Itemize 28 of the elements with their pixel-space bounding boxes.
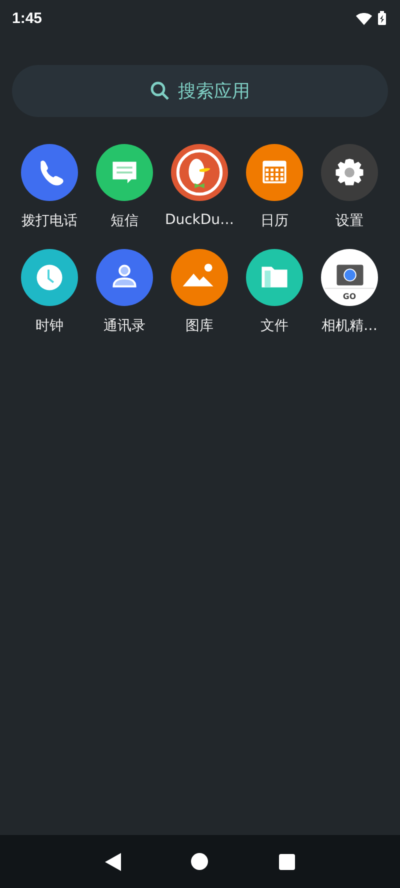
gallery-app-icon[interactable] xyxy=(171,249,228,306)
contacts-app-icon[interactable] xyxy=(96,249,153,306)
app-label[interactable]: 时钟 xyxy=(36,317,64,335)
app-label[interactable]: 通讯录 xyxy=(104,317,146,335)
search-icon xyxy=(150,81,170,101)
app-label[interactable]: 日历 xyxy=(260,212,288,230)
files-app-icon[interactable] xyxy=(246,249,303,306)
app-label[interactable]: 文件 xyxy=(260,317,288,335)
app-label[interactable]: 短信 xyxy=(110,212,138,230)
duck-app-icon[interactable] xyxy=(171,144,228,201)
recents-icon[interactable] xyxy=(278,854,295,870)
status-time: 1:45 xyxy=(12,10,42,26)
app-label[interactable]: 图库 xyxy=(186,317,214,335)
app-label[interactable]: 拨打电话 xyxy=(22,212,78,230)
app-label[interactable]: 设置 xyxy=(336,212,364,230)
calendar-app-icon[interactable] xyxy=(246,144,303,201)
app-label[interactable]: 相机精… xyxy=(322,317,378,335)
app-label[interactable]: DuckDu… xyxy=(164,212,234,228)
back-icon[interactable] xyxy=(105,852,122,870)
camera-app-icon[interactable]: GO xyxy=(321,249,378,306)
settings-app-icon[interactable] xyxy=(321,144,378,201)
search-field[interactable]: 搜索应用 xyxy=(12,65,388,117)
battery-icon xyxy=(378,11,386,25)
messages-app-icon[interactable] xyxy=(96,144,153,201)
home-icon[interactable] xyxy=(191,853,208,870)
phone-app-icon[interactable] xyxy=(21,144,78,201)
clock-app-icon[interactable] xyxy=(21,249,78,306)
wifi-icon xyxy=(356,12,372,24)
